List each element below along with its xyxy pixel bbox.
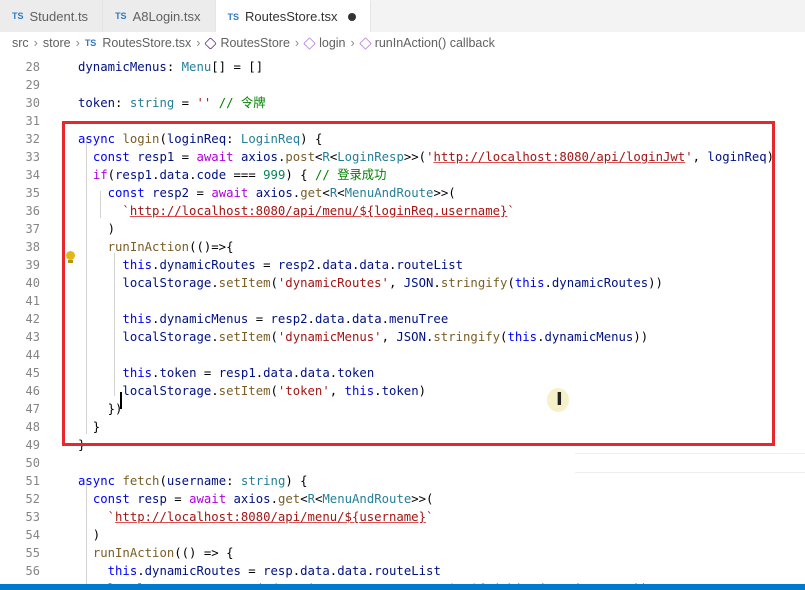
code-line[interactable]: 30 token: string = '' // 令牌 [0,94,805,112]
line-number: 31 [25,114,40,128]
line-number: 32 [25,132,40,146]
code-line[interactable]: 51 async fetch(username: string) { [0,472,805,490]
line-number: 50 [25,456,40,470]
line-number: 29 [25,78,40,92]
line-number: 39 [25,258,40,272]
code-text: const resp = await axios.get<R<MenuAndRo… [92,492,434,506]
breadcrumb-file[interactable]: RoutesStore.tsx [102,36,191,50]
line-number: 51 [25,474,40,488]
line-number: 41 [25,294,40,308]
text-cursor [120,392,122,409]
typescript-icon: TS [227,11,240,22]
line-number: 54 [25,528,40,542]
code-line[interactable]: 55 runInAction(() => { [0,544,805,562]
code-text: async fetch(username: string) { [78,474,308,488]
line-number: 46 [25,384,40,398]
line-number: 45 [25,366,40,380]
breadcrumb: src › store › TS RoutesStore.tsx › Route… [0,32,805,54]
editor-tab-bar: TS Student.ts TS A8Login.tsx TS RoutesSt… [0,0,805,33]
lightbulb-icon[interactable] [66,251,75,263]
code-text: dynamicMenus: Menu[] = [] [78,60,264,74]
unsaved-dot-icon[interactable] [347,12,356,21]
line-number: 49 [25,438,40,452]
line-number: 53 [25,510,40,524]
highlight-annotation-box [62,121,775,446]
code-line[interactable]: 52 const resp = await axios.get<R<MenuAn… [0,490,805,508]
line-number: 33 [25,150,40,164]
code-text: `http://localhost:8080/api/menu/${userna… [107,510,434,524]
code-text: token: string = '' // 令牌 [78,96,266,110]
tab-a8login[interactable]: TS A8Login.tsx [103,0,216,32]
line-number: 56 [25,564,40,578]
method-icon [358,36,372,50]
breadcrumb-src[interactable]: src [12,36,29,50]
code-line[interactable]: 29 [0,76,805,94]
line-number: 44 [25,348,40,362]
line-number: 52 [25,492,40,506]
chevron-right-icon: › [294,36,300,50]
line-number: 40 [25,276,40,290]
breadcrumb-method[interactable]: login [319,36,345,50]
breadcrumb-callback[interactable]: runInAction() callback [375,36,495,50]
line-number: 48 [25,420,40,434]
i-beam-cursor-icon: I [556,389,563,410]
method-icon [303,36,316,50]
tab-student[interactable]: TS Student.ts [0,0,104,32]
chevron-right-icon: › [75,36,80,50]
line-number: 30 [25,96,40,110]
tab-label: RoutesStore.tsx [245,9,338,24]
line-number: 28 [25,60,40,74]
breadcrumb-store[interactable]: store [43,36,71,50]
line-number: 37 [25,222,40,236]
line-number: 35 [25,186,40,200]
code-text: this.dynamicRoutes = resp.data.data.rout… [107,564,441,578]
code-line[interactable]: 50 [0,454,805,472]
breadcrumb-class[interactable]: RoutesStore [220,36,289,50]
tab-routesstore[interactable]: TS RoutesStore.tsx [215,0,371,32]
line-number: 38 [25,240,40,254]
line-number: 36 [25,204,40,218]
chevron-right-icon: › [33,36,38,50]
class-icon [204,36,218,50]
typescript-icon: TS [12,11,24,21]
chevron-right-icon: › [196,36,201,50]
line-number: 47 [25,402,40,416]
code-line[interactable]: 54 ) [0,526,805,544]
code-text: runInAction(() => { [92,546,234,560]
tab-label: Student.ts [29,8,89,24]
typescript-icon: TS [84,38,97,48]
tab-label: A8Login.tsx [132,8,201,24]
typescript-icon: TS [115,11,127,21]
code-line[interactable]: 28 dynamicMenus: Menu[] = [] [0,58,805,76]
line-number: 34 [25,168,40,182]
code-line[interactable]: 53 `http://localhost:8080/api/menu/${use… [0,508,805,526]
code-text: ) [78,528,101,542]
line-number: 42 [25,312,40,326]
line-number: 55 [25,546,40,560]
line-number: 43 [25,330,40,344]
code-line[interactable]: 56 this.dynamicRoutes = resp.data.data.r… [0,562,805,580]
status-bar [0,584,805,590]
chevron-right-icon: › [350,36,355,50]
